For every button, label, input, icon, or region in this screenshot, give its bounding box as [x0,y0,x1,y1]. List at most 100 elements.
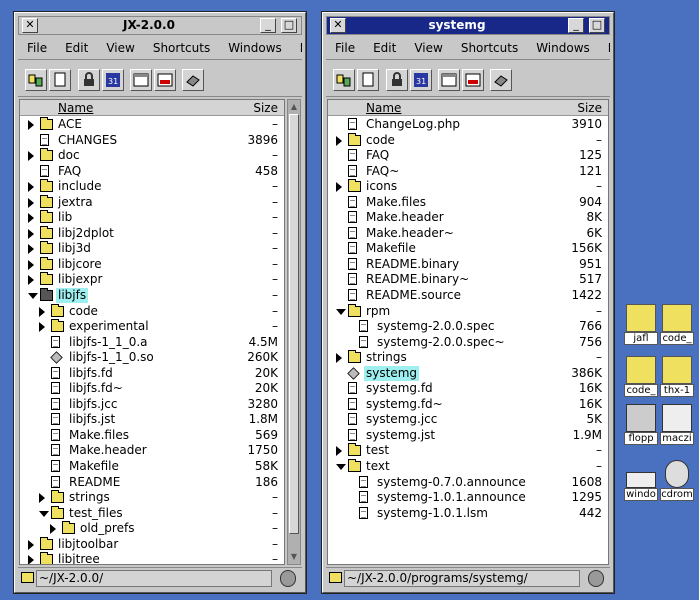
expand-closed-icon[interactable] [28,228,34,239]
lock-icon[interactable] [78,69,100,91]
expand-closed-icon[interactable] [28,259,34,270]
file-row[interactable]: libjfs-1_1_0.a 4.5M [20,335,284,351]
scroll-thumb[interactable] [289,114,299,534]
file-name[interactable]: systemg [364,365,419,381]
expand-closed-icon[interactable] [28,244,34,255]
expand-open-icon[interactable] [28,293,38,300]
file-name[interactable]: Make.header~ [366,226,454,241]
file-name[interactable]: Makefile [69,459,119,474]
calendar-icon[interactable]: 31 [102,69,124,91]
file-name[interactable]: Makefile [366,241,416,256]
expand-open-icon[interactable] [336,308,346,315]
minimize-button[interactable]: _ [260,18,276,33]
file-name[interactable]: libjfs-1_1_0.a [69,335,148,350]
file-name[interactable]: libjfs.fd~ [69,381,123,396]
file-name[interactable]: systemg-2.0.0.spec [377,319,495,334]
file-row[interactable]: CHANGES 3896 [20,133,284,149]
expand-closed-icon[interactable] [336,446,342,457]
new-window-icon[interactable] [333,69,355,91]
file-row[interactable]: systemg.jst 1.9M [328,428,608,444]
file-list[interactable]: Name Size ChangeLog.php 3910 code – FAQ 125 FA… [327,99,609,565]
desktop-icon-cdrom[interactable]: cdrom [660,460,694,501]
desktop-icon-jafl[interactable]: jafl [624,304,658,345]
size-column-header[interactable]: Size [253,100,278,116]
expand-closed-icon[interactable] [336,353,342,364]
file-row[interactable]: jextra – [20,194,284,211]
file-name[interactable]: systemg.jst [366,428,435,443]
file-row[interactable]: doc – [20,148,284,164]
file-name[interactable]: libjtoolbar [58,537,118,552]
file-name[interactable]: CHANGES [58,133,117,148]
file-row[interactable]: text – [328,459,608,475]
size-column-header[interactable]: Size [577,100,602,116]
file-row[interactable]: libjfs.fd 20K [20,366,284,382]
file-name[interactable]: README.source [366,288,461,303]
file-name[interactable]: code [366,133,395,148]
file-row[interactable]: Makefile 58K [20,459,284,475]
file-name[interactable]: systemg-1.0.1.announce [377,490,526,505]
file-row[interactable]: Makefile 156K [328,241,608,257]
file-row[interactable]: systemg.fd 16K [328,381,608,397]
desktop-icon-zip[interactable]: maczi [660,404,694,445]
expand-closed-icon[interactable] [28,197,34,208]
file-name[interactable]: FAQ [58,164,81,179]
trash-icon[interactable] [280,570,296,587]
file-row[interactable]: libjfs-1_1_0.so 260K [20,350,284,366]
file-list[interactable]: Name Size ACE – CHANGES 3896 doc – FAQ 458 inclu… [19,99,285,565]
file-row[interactable]: FAQ 458 [20,164,284,180]
window-icon[interactable] [438,69,460,91]
file-name[interactable]: systemg-1.0.1.lsm [377,506,488,521]
scroll-up-arrow[interactable]: ▲ [289,101,299,113]
file-name[interactable]: text [366,459,390,474]
expand-closed-icon[interactable] [39,306,45,317]
menu-preferences[interactable]: Prefe [291,38,302,59]
file-row[interactable]: libj3d – [20,241,284,257]
file-row[interactable]: test – [328,443,608,459]
file-row[interactable]: strings – [328,350,608,366]
maximize-button[interactable]: □ [281,18,297,33]
expand-closed-icon[interactable] [28,182,34,193]
file-manager-window-jx[interactable]: ✕ JX-2.0.0 _ □ File Edit View Shortcuts Wind… [13,11,307,594]
file-row[interactable]: include – [20,179,284,195]
desktop-icon-windows[interactable]: windo [624,460,658,501]
file-row[interactable]: rpm – [328,303,608,320]
file-row[interactable]: README.binary 951 [328,257,608,273]
menu-shortcuts[interactable]: Shortcuts [144,38,219,59]
maximize-button[interactable]: □ [589,18,605,33]
file-name[interactable]: doc [58,148,80,163]
file-row[interactable]: libj2dplot – [20,225,284,242]
menu-view[interactable]: View [405,38,451,59]
file-name[interactable]: libjexpr [58,272,102,287]
eraser-icon[interactable] [490,69,512,91]
file-row[interactable]: libjfs.jcc 3280 [20,397,284,413]
file-row[interactable]: lib – [20,210,284,226]
menu-shortcuts[interactable]: Shortcuts [452,38,527,59]
file-row[interactable]: old_prefs – [20,521,284,537]
path-input[interactable]: ~/JX-2.0.0/programs/systemg/ [344,570,580,587]
file-name[interactable]: libjfs.jst [69,412,115,427]
file-row[interactable]: systemg 386K [328,365,608,382]
scroll-down-arrow[interactable]: ▼ [289,551,299,563]
file-name[interactable]: FAQ~ [366,164,399,179]
file-name[interactable]: libj3d [58,241,91,256]
eraser-icon[interactable] [182,69,204,91]
file-name[interactable]: ACE [58,117,82,132]
file-row[interactable]: systemg-2.0.0.spec~ 756 [328,335,608,351]
file-row[interactable]: systemg-1.0.1.announce 1295 [328,490,608,506]
file-row[interactable]: test_files – [20,505,284,522]
file-name[interactable]: libjfs-1_1_0.so [69,350,154,365]
close-icon[interactable]: ✕ [330,18,346,33]
file-row[interactable]: FAQ 125 [328,148,608,164]
file-name[interactable]: libjfs.jcc [69,397,117,412]
file-name[interactable]: systemg.fd [366,381,433,396]
menu-windows[interactable]: Windows [219,38,291,59]
file-name[interactable]: README.binary [366,257,459,272]
file-row[interactable]: libjfs.jst 1.8M [20,412,284,428]
file-row[interactable]: libjtree – [20,552,284,564]
file-name[interactable]: Make.files [366,195,426,210]
file-name[interactable]: old_prefs [80,521,134,536]
expand-closed-icon[interactable] [39,322,45,333]
trash-icon[interactable] [588,570,604,587]
expand-closed-icon[interactable] [28,555,34,564]
desktop-icon-code[interactable]: code_ [660,304,694,345]
